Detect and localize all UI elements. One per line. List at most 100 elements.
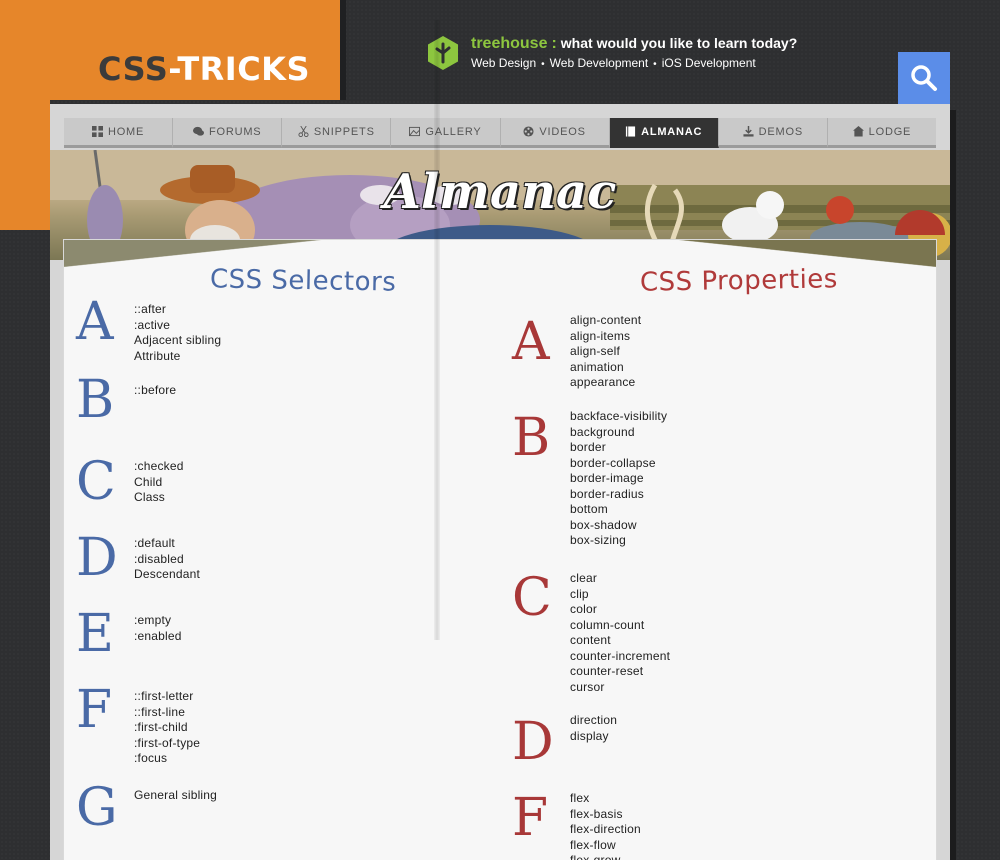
section-letter: B: [76, 370, 115, 430]
search-icon: [911, 65, 937, 91]
property-link[interactable]: content: [570, 633, 670, 649]
property-link[interactable]: bottom: [570, 502, 667, 518]
selector-link[interactable]: ::before: [134, 383, 176, 399]
property-link[interactable]: column-count: [570, 618, 670, 634]
selector-link[interactable]: :checked: [134, 459, 184, 475]
property-link[interactable]: flex-direction: [570, 822, 641, 838]
promo-brand: treehouse: [471, 35, 548, 52]
selector-list: :empty :enabled: [134, 613, 182, 644]
property-link[interactable]: flex: [570, 791, 641, 807]
property-link[interactable]: align-items: [570, 329, 641, 345]
property-link[interactable]: appearance: [570, 375, 641, 391]
search-button[interactable]: [898, 52, 950, 104]
promo-link-web-design[interactable]: Web Design: [471, 56, 536, 70]
nav-item-forums[interactable]: FORUMS: [173, 118, 283, 148]
property-link[interactable]: align-self: [570, 344, 641, 360]
property-link[interactable]: cursor: [570, 680, 670, 696]
nav-label: VIDEOS: [539, 125, 586, 138]
property-list: flex flex-basis flex-direction flex-flow…: [570, 791, 641, 860]
chat-bubbles-icon: [192, 126, 204, 136]
selector-list: :checked Child Class: [134, 459, 184, 506]
grid-icon: [91, 126, 103, 137]
selector-link[interactable]: ::after: [134, 302, 221, 318]
property-link[interactable]: flex-grow: [570, 853, 641, 860]
nav-item-home[interactable]: HOME: [64, 118, 174, 148]
selector-link[interactable]: Adjacent sibling: [134, 333, 221, 349]
selector-link[interactable]: Attribute: [134, 349, 221, 365]
selector-link[interactable]: :enabled: [134, 629, 182, 645]
section-letter: E: [76, 604, 114, 664]
promo-separator: •: [541, 59, 545, 70]
selector-link[interactable]: :focus: [134, 751, 200, 767]
nav-item-demos[interactable]: DEMOS: [718, 118, 828, 148]
property-link[interactable]: border-image: [570, 471, 667, 487]
section-letter: A: [76, 292, 114, 352]
book-icon: [625, 126, 636, 137]
selector-link[interactable]: :empty: [134, 613, 182, 629]
treehouse-hex-icon: [428, 36, 458, 70]
scissors-icon: [298, 126, 309, 137]
property-link[interactable]: flex-basis: [570, 807, 641, 823]
promo-link-web-development[interactable]: Web Development: [550, 56, 649, 70]
property-link[interactable]: align-content: [570, 313, 641, 329]
selector-link[interactable]: ::first-letter: [134, 689, 200, 705]
selector-link[interactable]: :active: [134, 318, 221, 334]
nav-label: LODGE: [868, 125, 912, 138]
property-list: backface-visibility background border bo…: [570, 409, 667, 549]
section-letter: A: [512, 312, 550, 372]
nav-item-snippets[interactable]: SNIPPETS: [282, 118, 392, 148]
promo-headline: treehouse: what would you like to learn t…: [471, 35, 797, 53]
selector-link[interactable]: Descendant: [134, 567, 200, 583]
property-link[interactable]: counter-reset: [570, 664, 670, 680]
property-link[interactable]: backface-visibility: [570, 409, 667, 425]
nav-item-almanac[interactable]: ALMANAC: [609, 118, 719, 148]
selector-link[interactable]: ::first-line: [134, 705, 200, 721]
section-letter: G: [76, 778, 118, 838]
promo-separator: •: [653, 59, 657, 70]
section-letter: C: [76, 452, 116, 512]
selector-link[interactable]: Class: [134, 490, 184, 506]
nav-item-gallery[interactable]: GALLERY: [391, 118, 501, 148]
property-link[interactable]: color: [570, 602, 670, 618]
property-list: align-content align-items align-self ani…: [570, 313, 641, 391]
site-logo[interactable]: CSS-TRICKS: [98, 50, 310, 88]
property-link[interactable]: box-shadow: [570, 518, 667, 534]
nav-item-lodge[interactable]: LODGE: [827, 118, 936, 148]
section-letter: D: [76, 528, 118, 588]
property-list: direction display: [570, 713, 617, 744]
property-link[interactable]: border-radius: [570, 487, 667, 503]
property-link[interactable]: box-sizing: [570, 533, 667, 549]
picture-icon: [409, 126, 421, 137]
logo-dash: -: [168, 50, 178, 88]
selector-link[interactable]: General sibling: [134, 788, 217, 804]
property-link[interactable]: direction: [570, 713, 617, 729]
selector-list: ::after :active Adjacent sibling Attribu…: [134, 302, 221, 364]
section-letter: D: [512, 712, 554, 772]
property-link[interactable]: flex-flow: [570, 838, 641, 854]
main-nav: HOME FORUMS SNIPPETS GALLERY VIDEOS ALMA…: [64, 118, 936, 148]
selector-link[interactable]: Child: [134, 475, 184, 491]
logo-block-accent: [0, 100, 50, 230]
selector-link[interactable]: :first-child: [134, 720, 200, 736]
property-link[interactable]: animation: [570, 360, 641, 376]
property-link[interactable]: display: [570, 729, 617, 745]
selector-list: General sibling: [134, 788, 217, 804]
property-link[interactable]: clear: [570, 571, 670, 587]
nav-item-videos[interactable]: VIDEOS: [500, 118, 610, 148]
selector-list: :default :disabled Descendant: [134, 536, 200, 583]
property-link[interactable]: clip: [570, 587, 670, 603]
section-letter: F: [76, 680, 113, 740]
selector-link[interactable]: :disabled: [134, 552, 200, 568]
property-link[interactable]: background: [570, 425, 667, 441]
selector-list: ::before: [134, 383, 176, 399]
properties-title: CSS Properties: [639, 264, 839, 298]
property-link[interactable]: border-collapse: [570, 456, 667, 472]
property-link[interactable]: counter-increment: [570, 649, 670, 665]
nav-label: SNIPPETS: [313, 125, 375, 138]
selector-link[interactable]: :default: [134, 536, 200, 552]
promo-link-ios-development[interactable]: iOS Development: [662, 56, 756, 70]
selector-link[interactable]: :first-of-type: [134, 736, 200, 752]
section-letter: B: [512, 408, 551, 468]
promo-colon: :: [551, 35, 557, 52]
property-link[interactable]: border: [570, 440, 667, 456]
